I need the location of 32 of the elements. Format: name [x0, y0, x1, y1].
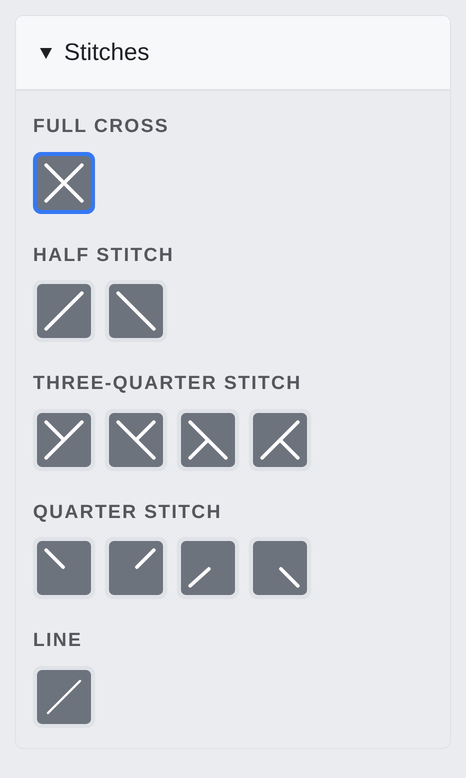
stitch-button[interactable] [249, 537, 311, 599]
section-label: LINE [33, 629, 84, 653]
stitch-button[interactable] [177, 408, 239, 470]
slash-icon [44, 291, 84, 331]
panel-title: Stitches [64, 38, 150, 68]
stitch-button[interactable] [33, 280, 95, 342]
stitch-button[interactable] [105, 408, 167, 470]
three-quarter-stitch-icon [188, 420, 228, 460]
stitch-button[interactable] [249, 408, 311, 470]
three-quarter-stitch-icon [260, 420, 300, 460]
section-label: FULL CROSS [33, 115, 170, 139]
line-icon [46, 679, 82, 714]
quarter-stitch-icon [279, 567, 300, 588]
quarter-stitch-icon [135, 548, 156, 569]
stitch-button[interactable] [33, 537, 95, 599]
stitch-button[interactable] [33, 152, 95, 214]
three-quarter-stitch-icon [44, 420, 84, 460]
cross-icon [44, 162, 84, 202]
stitch-button[interactable] [177, 537, 239, 599]
stitch-button[interactable] [33, 408, 95, 470]
backslash-icon [116, 291, 156, 331]
section-label: THREE-QUARTER STITCH [33, 372, 303, 396]
panel-header[interactable]: Stitches [16, 16, 450, 91]
stitch-button[interactable] [105, 537, 167, 599]
stitch-button[interactable] [105, 280, 167, 342]
stitch-button[interactable] [33, 666, 95, 728]
section-label: HALF STITCH [33, 244, 176, 268]
section-label: QUARTER STITCH [33, 500, 223, 524]
quarter-stitch-icon [44, 548, 65, 569]
quarter-stitch-icon [188, 567, 211, 588]
triangle-icon [40, 46, 52, 58]
three-quarter-stitch-icon [116, 420, 156, 460]
